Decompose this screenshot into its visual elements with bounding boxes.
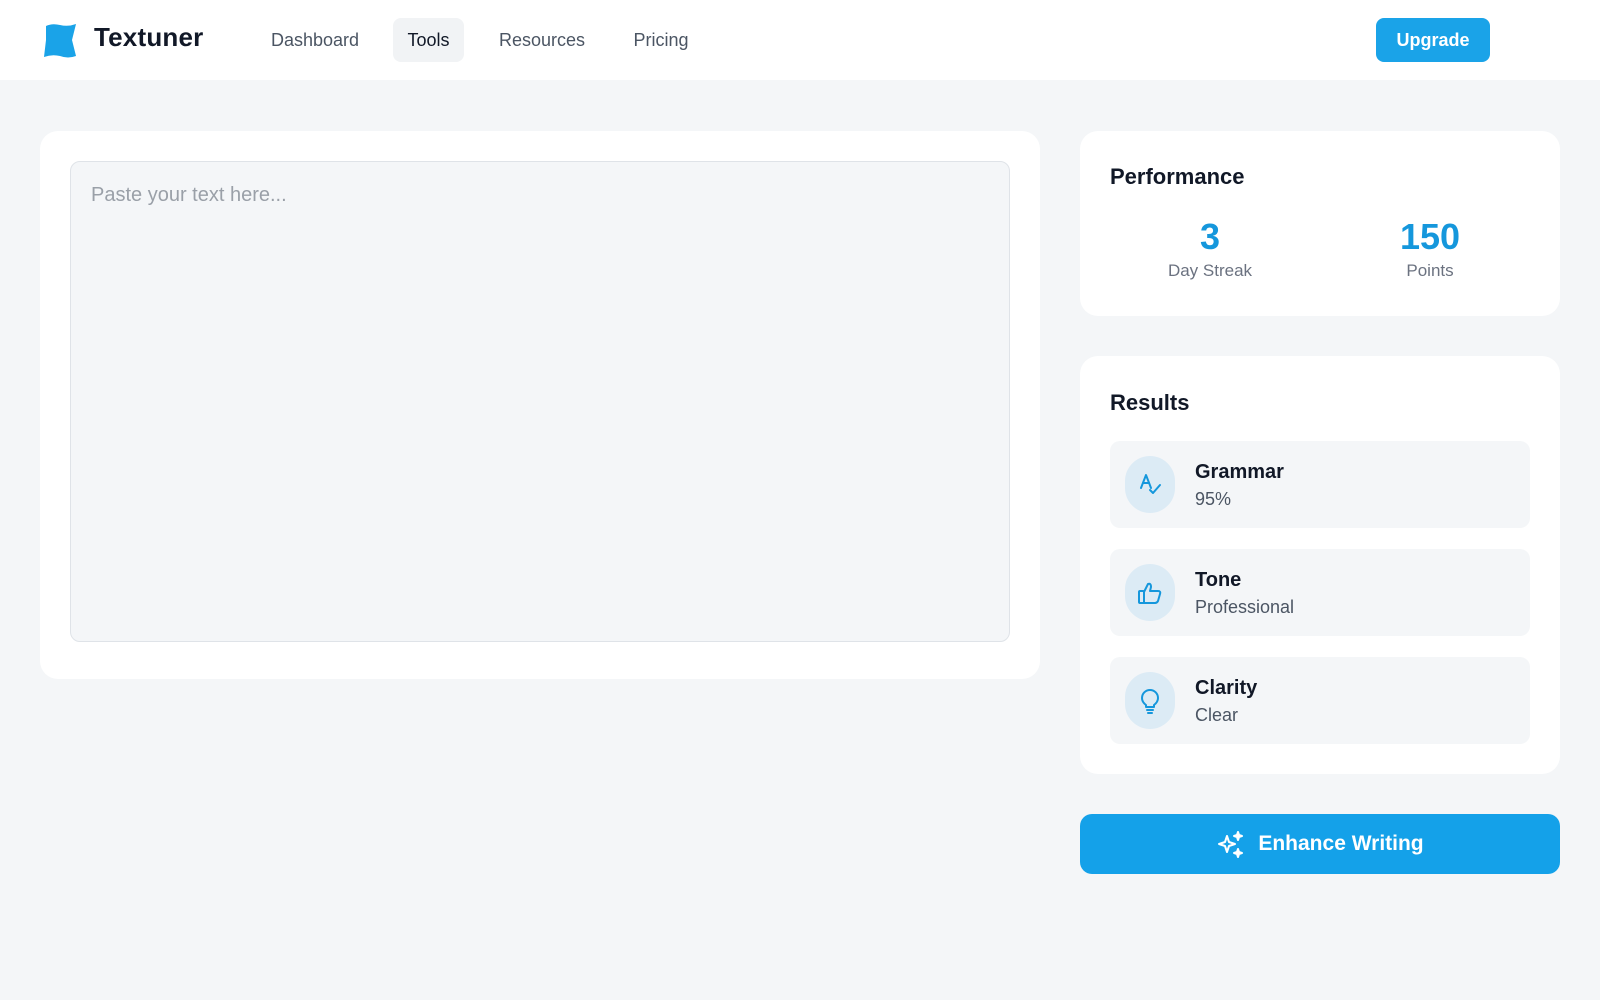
result-item-clarity: Clarity Clear xyxy=(1110,657,1530,744)
day-streak-label: Day Streak xyxy=(1167,261,1253,280)
grammar-value: 95% xyxy=(1195,489,1232,509)
spellcheck-icon xyxy=(1125,456,1175,513)
nav-item-resources[interactable]: Resources xyxy=(483,18,601,62)
result-item-tone: Tone Professional xyxy=(1110,549,1530,636)
performance-card: Performance 3 Day Streak 150 Points xyxy=(1080,131,1560,316)
enhance-writing-button[interactable]: Enhance Writing xyxy=(1080,814,1560,874)
results-title: Results xyxy=(1110,390,1190,415)
day-streak-value: 3 xyxy=(1199,216,1221,257)
points-label: Points xyxy=(1406,261,1454,280)
enhance-writing-label: Enhance Writing xyxy=(1258,832,1424,855)
grammar-label: Grammar xyxy=(1195,461,1284,483)
clarity-value: Clear xyxy=(1195,705,1239,725)
stat-day-streak: 3 Day Streak xyxy=(1110,217,1310,281)
textuner-logo-icon xyxy=(44,24,76,58)
text-input-area[interactable] xyxy=(70,161,1010,642)
clarity-label: Clarity xyxy=(1195,677,1258,699)
stat-points: 150 Points xyxy=(1330,217,1530,281)
nav-item-tools[interactable]: Tools xyxy=(393,18,464,62)
tone-value: Professional xyxy=(1195,597,1295,617)
text-editor-card xyxy=(40,131,1040,679)
brand-name: Textuner xyxy=(94,22,204,52)
top-navigation-bar: Textuner Dashboard Tools Resources Prici… xyxy=(0,0,1600,80)
nav-item-dashboard[interactable]: Dashboard xyxy=(252,18,378,62)
upgrade-button[interactable]: Upgrade xyxy=(1376,18,1490,62)
points-value: 150 xyxy=(1399,216,1461,257)
performance-title: Performance xyxy=(1110,164,1245,189)
result-item-grammar: Grammar 95% xyxy=(1110,441,1530,528)
thumbs-up-icon xyxy=(1125,564,1175,621)
sparkles-icon xyxy=(1218,831,1244,858)
nav-item-pricing[interactable]: Pricing xyxy=(618,18,704,62)
lightbulb-icon xyxy=(1125,672,1175,729)
results-card: Results Grammar 95% Tone Professional Cl… xyxy=(1080,356,1560,774)
tone-label: Tone xyxy=(1195,569,1242,591)
